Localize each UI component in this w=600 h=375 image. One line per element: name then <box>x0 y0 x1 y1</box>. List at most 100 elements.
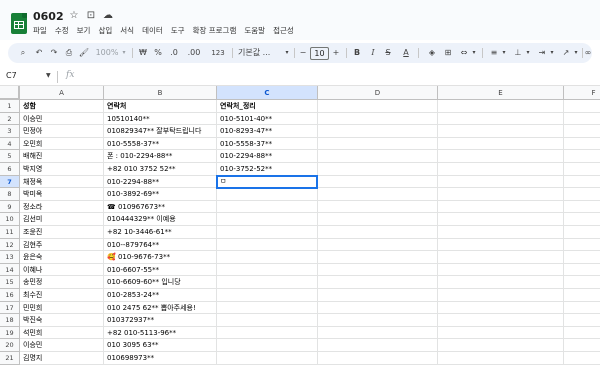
row-header-19[interactable]: 19 <box>0 326 20 340</box>
table-cell[interactable] <box>217 238 318 252</box>
table-cell[interactable] <box>318 226 438 239</box>
table-cell[interactable]: 이승민 <box>20 339 104 352</box>
header-cell[interactable]: 성함 <box>20 100 104 113</box>
table-cell[interactable]: 010-2294-88** <box>217 150 318 163</box>
table-cell[interactable] <box>217 213 318 226</box>
redo-icon[interactable]: ↷ <box>48 46 60 60</box>
italic-icon[interactable]: I <box>368 46 378 60</box>
table-cell[interactable]: ☎ 010967673** <box>104 200 217 214</box>
table-cell[interactable] <box>217 263 318 277</box>
table-cell[interactable]: 송민정 <box>20 276 104 289</box>
row-header-5[interactable]: 5 <box>0 150 20 163</box>
table-cell[interactable] <box>438 339 564 352</box>
increase-font-size-icon[interactable]: + <box>331 46 341 60</box>
row-header-6[interactable]: 6 <box>0 163 20 176</box>
table-cell[interactable] <box>564 176 600 189</box>
table-cell[interactable] <box>318 200 438 214</box>
text-wrap-icon[interactable]: ⇥ <box>536 46 548 60</box>
table-cell[interactable] <box>438 125 564 138</box>
row-header-3[interactable]: 3 <box>0 125 20 138</box>
table-cell[interactable] <box>564 327 600 340</box>
table-cell[interactable]: 석민희 <box>20 326 104 340</box>
table-cell[interactable]: 010444329** 이예용 <box>104 213 217 226</box>
link-icon[interactable]: ∞ <box>584 46 592 60</box>
table-cell[interactable] <box>438 112 564 126</box>
table-cell[interactable] <box>318 289 438 302</box>
table-cell[interactable]: 박지영 <box>20 163 104 176</box>
menu-file[interactable]: 파일 <box>33 25 47 36</box>
search-menus-icon[interactable]: ⌕ <box>17 46 29 60</box>
sheets-logo-icon[interactable] <box>11 13 27 34</box>
table-cell[interactable] <box>217 276 318 289</box>
table-cell[interactable]: 김현주 <box>20 238 104 252</box>
column-header-c[interactable]: C <box>217 86 318 100</box>
table-cell[interactable] <box>318 188 438 201</box>
name-box[interactable]: C7 <box>6 71 17 80</box>
header-cell[interactable] <box>438 100 564 113</box>
table-cell[interactable] <box>438 326 564 340</box>
font-family-select[interactable]: 기본값 ... <box>238 46 282 60</box>
row-header-4[interactable]: 4 <box>0 137 20 151</box>
menu-data[interactable]: 데이터 <box>142 25 163 36</box>
horizontal-align-icon[interactable]: ≡ <box>488 46 500 60</box>
table-cell[interactable] <box>318 251 438 264</box>
table-cell[interactable] <box>564 289 600 302</box>
table-cell[interactable] <box>564 239 600 252</box>
menu-edit[interactable]: 수정 <box>55 25 69 36</box>
table-cell[interactable]: 010-2294-88** <box>104 175 217 189</box>
table-cell[interactable] <box>318 175 438 189</box>
undo-icon[interactable]: ↶ <box>33 46 45 60</box>
table-cell[interactable] <box>217 200 318 214</box>
table-cell[interactable] <box>438 200 564 214</box>
row-header-2[interactable]: 2 <box>0 112 20 126</box>
table-cell[interactable] <box>564 188 600 201</box>
table-cell[interactable] <box>564 201 600 214</box>
table-cell[interactable]: 박진숙 <box>20 314 104 327</box>
table-cell[interactable] <box>564 352 600 365</box>
table-cell[interactable] <box>438 263 564 277</box>
table-cell[interactable] <box>318 213 438 226</box>
row-header-13[interactable]: 13 <box>0 251 20 264</box>
header-cell[interactable] <box>564 100 600 113</box>
table-cell[interactable]: 010--879764** <box>104 238 217 252</box>
menu-accessibility[interactable]: 접근성 <box>273 25 294 36</box>
table-cell[interactable] <box>318 352 438 365</box>
table-cell[interactable] <box>564 339 600 352</box>
table-cell[interactable] <box>438 276 564 289</box>
table-cell[interactable]: 최수진 <box>20 289 104 302</box>
header-cell[interactable]: 연락처_정리 <box>217 100 318 113</box>
table-cell[interactable] <box>564 113 600 126</box>
table-cell[interactable] <box>318 276 438 289</box>
row-header-14[interactable]: 14 <box>0 263 20 277</box>
star-icon[interactable]: ☆ <box>68 10 80 22</box>
table-cell[interactable]: 배해진 <box>20 150 104 163</box>
currency-format-button[interactable]: ₩ <box>138 46 148 60</box>
table-cell[interactable] <box>318 238 438 252</box>
table-cell[interactable] <box>438 352 564 365</box>
fill-color-icon[interactable]: ◈ <box>426 46 438 60</box>
menu-format[interactable]: 서식 <box>120 25 134 36</box>
column-header-b[interactable]: B <box>104 86 217 100</box>
table-cell[interactable]: 010698973** <box>104 352 217 365</box>
table-cell[interactable] <box>438 175 564 189</box>
header-cell[interactable]: 연락처 <box>104 100 217 113</box>
table-cell[interactable] <box>318 326 438 340</box>
table-cell[interactable] <box>217 352 318 365</box>
table-cell[interactable] <box>217 314 318 327</box>
table-cell[interactable] <box>318 137 438 151</box>
document-title[interactable]: 0602 <box>33 10 64 23</box>
table-cell[interactable]: 민민희 <box>20 301 104 315</box>
column-header-f[interactable]: F <box>564 86 600 100</box>
select-all-corner[interactable] <box>0 86 20 100</box>
table-cell[interactable]: 오민희 <box>20 137 104 151</box>
table-cell[interactable] <box>217 226 318 239</box>
table-cell[interactable] <box>438 163 564 176</box>
table-cell[interactable] <box>564 150 600 163</box>
table-cell[interactable]: 010-6607-55** <box>104 263 217 277</box>
table-cell[interactable] <box>318 150 438 163</box>
table-cell[interactable]: 민정아 <box>20 125 104 138</box>
column-header-d[interactable]: D <box>318 86 438 100</box>
table-cell[interactable] <box>438 226 564 239</box>
menu-view[interactable]: 보기 <box>77 25 91 36</box>
cloud-status-icon[interactable]: ☁ <box>102 10 114 22</box>
